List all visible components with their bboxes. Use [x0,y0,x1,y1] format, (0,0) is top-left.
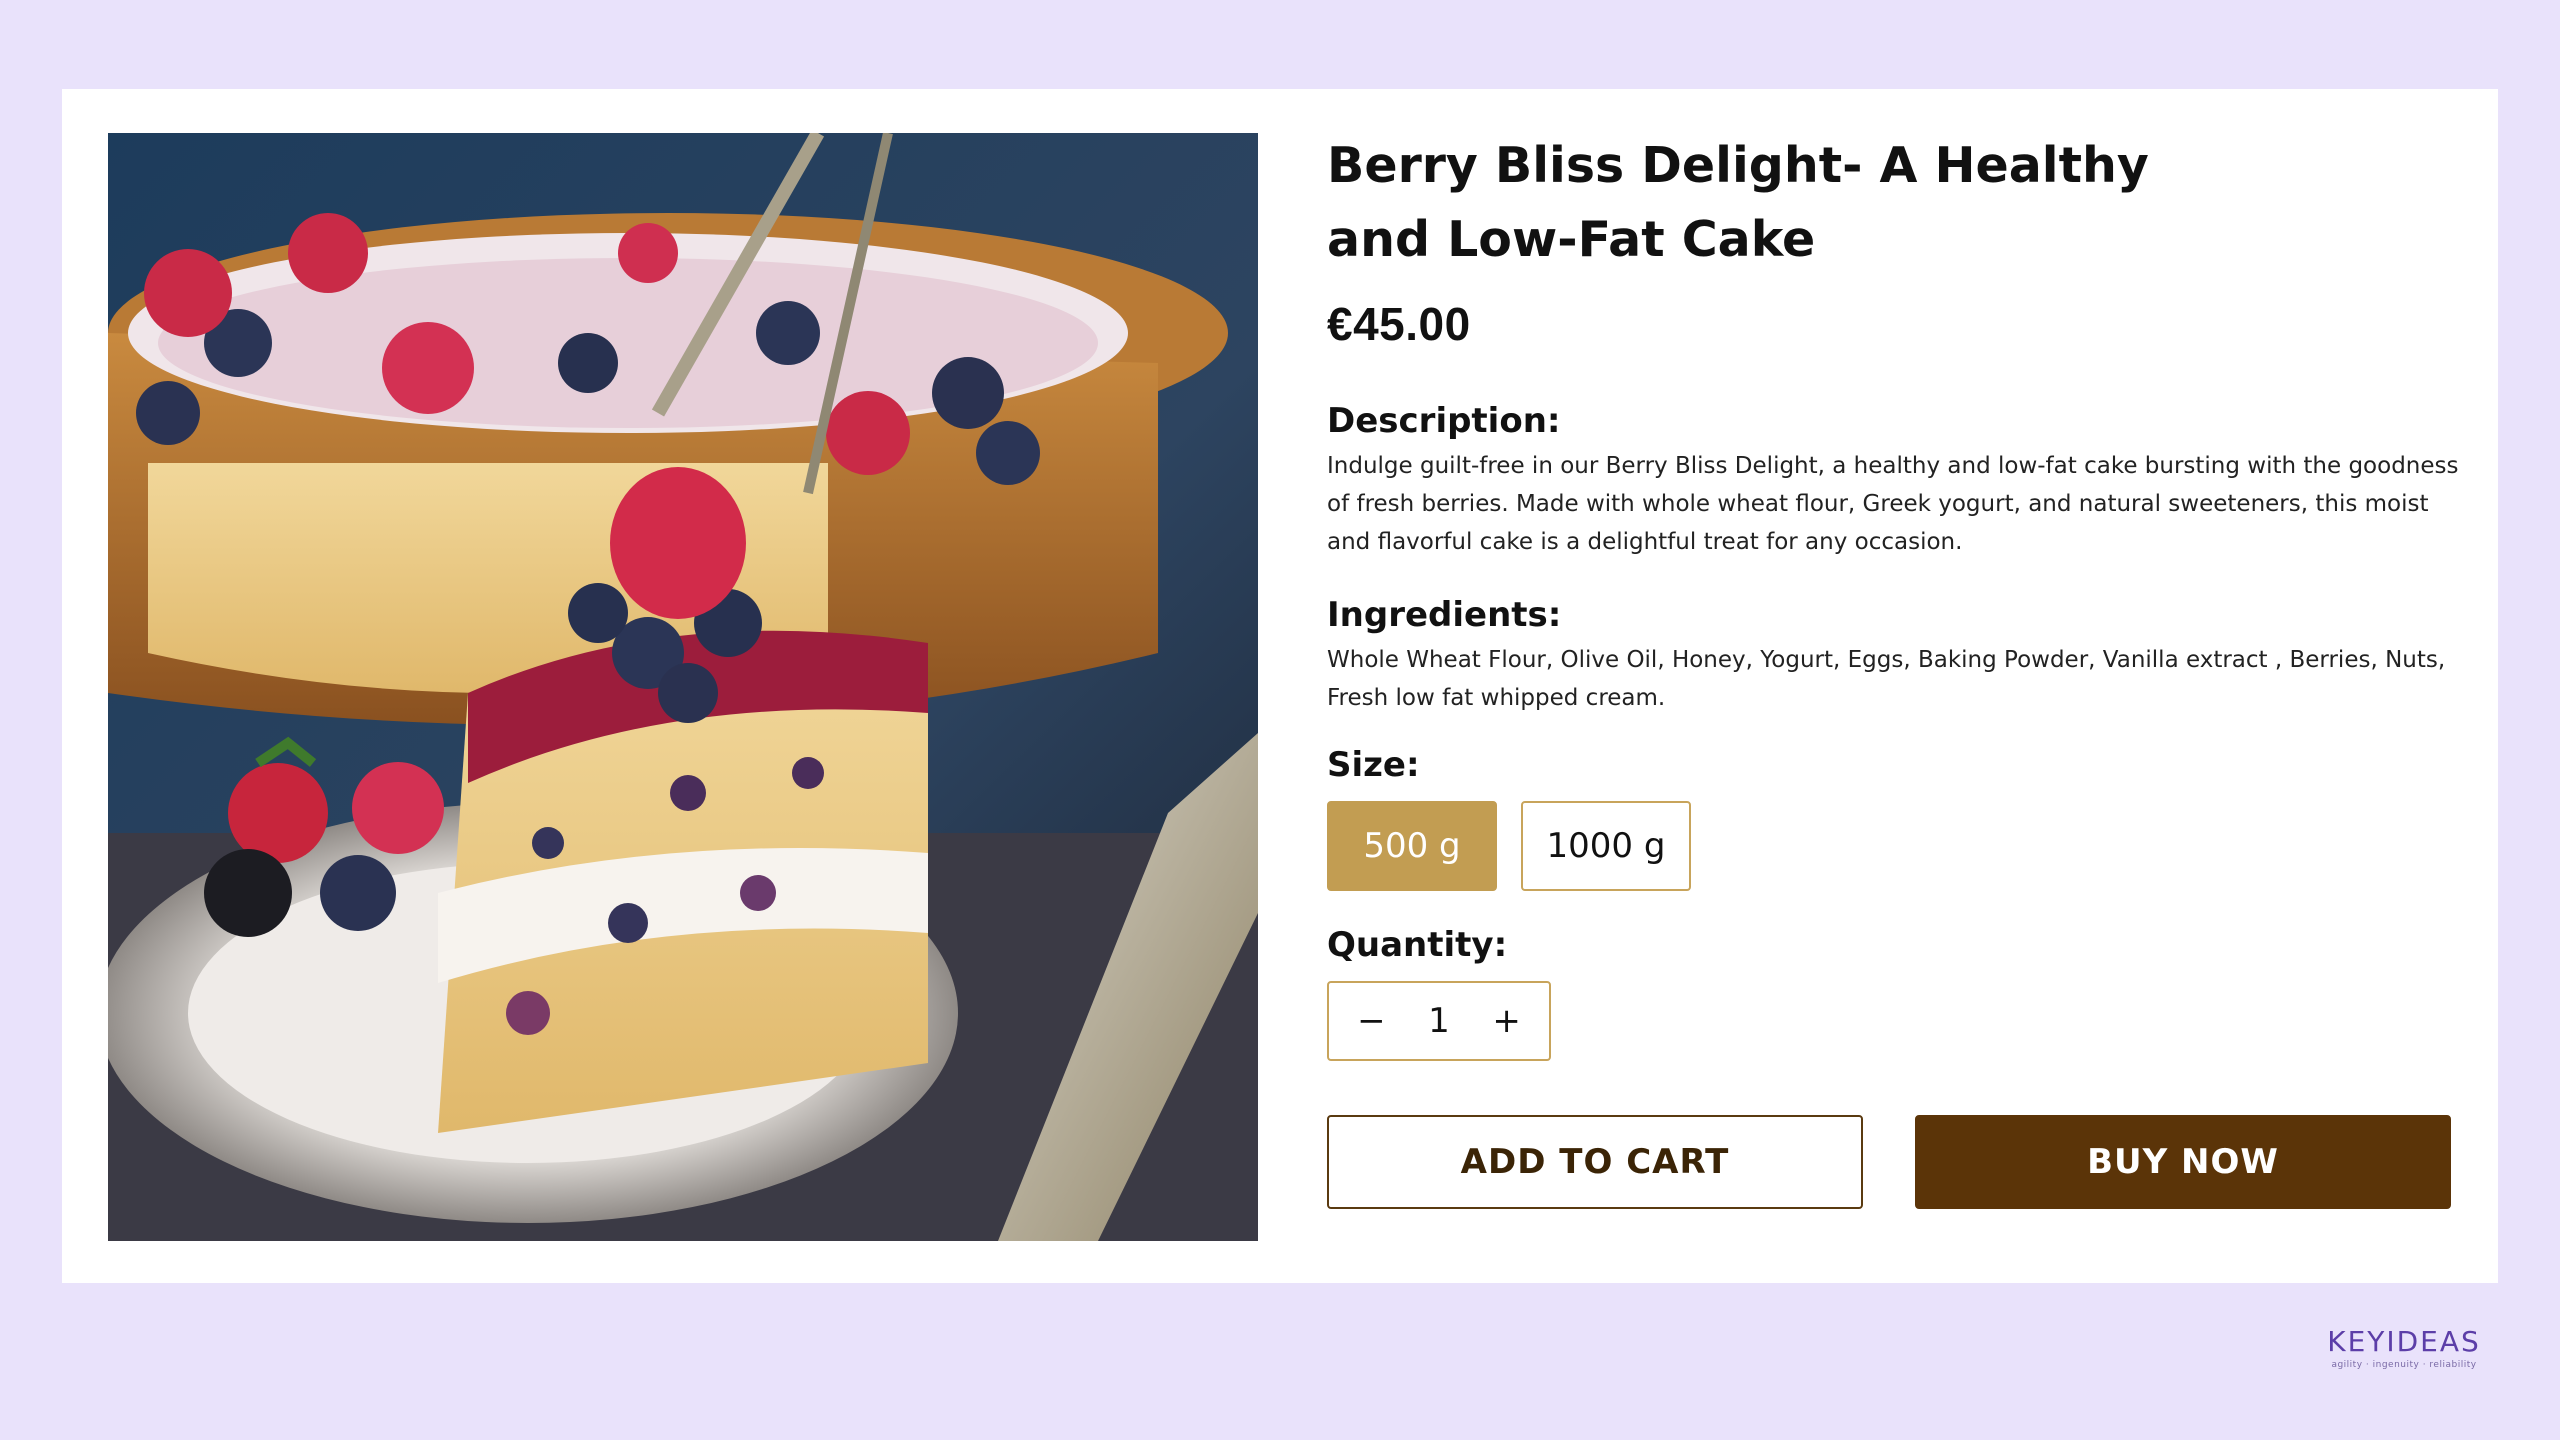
product-price: €45.00 [1327,298,1471,350]
brand-tagline: agility · ingenuity · reliability [2331,1360,2477,1370]
description-section: Description: Indulge guilt-free in our B… [1327,401,2467,561]
quantity-label: Quantity: [1327,925,1508,965]
quantity-value[interactable]: 1 [1428,1001,1450,1041]
action-buttons: ADD TO CART BUY NOW [1327,1115,2467,1209]
product-details: Berry Bliss Delight- A Healthy and Low-F… [1327,129,2467,1209]
product-image [108,133,1258,1241]
size-option-1000g[interactable]: 1000 g [1521,801,1691,891]
description-label: Description: [1327,401,1561,441]
quantity-stepper: − 1 + [1327,981,1551,1061]
size-label: Size: [1327,745,1420,785]
brand-logo: KEYIDEAS agility · ingenuity · reliabili… [2324,1325,2484,1371]
add-to-cart-button[interactable]: ADD TO CART [1327,1115,1863,1209]
description-text: Indulge guilt-free in our Berry Bliss De… [1327,453,2459,555]
quantity-section: Quantity: − 1 + [1327,925,2467,1061]
size-options: 500 g 1000 g [1327,801,2467,891]
plus-icon[interactable]: + [1479,993,1535,1049]
product-card: Berry Bliss Delight- A Healthy and Low-F… [62,89,2498,1283]
ingredients-text: Whole Wheat Flour, Olive Oil, Honey, Yog… [1327,647,2446,711]
ingredients-section: Ingredients: Whole Wheat Flour, Olive Oi… [1327,595,2467,717]
product-title: Berry Bliss Delight- A Healthy and Low-F… [1327,137,2149,268]
ingredients-label: Ingredients: [1327,595,1562,635]
buy-now-button[interactable]: BUY NOW [1915,1115,2451,1209]
cake-illustration [108,133,1258,1241]
brand-name: KEYIDEAS [2327,1325,2481,1358]
page: Berry Bliss Delight- A Healthy and Low-F… [0,0,2560,1440]
minus-icon[interactable]: − [1343,993,1399,1049]
size-option-500g[interactable]: 500 g [1327,801,1497,891]
size-section: Size: 500 g 1000 g [1327,745,2467,891]
